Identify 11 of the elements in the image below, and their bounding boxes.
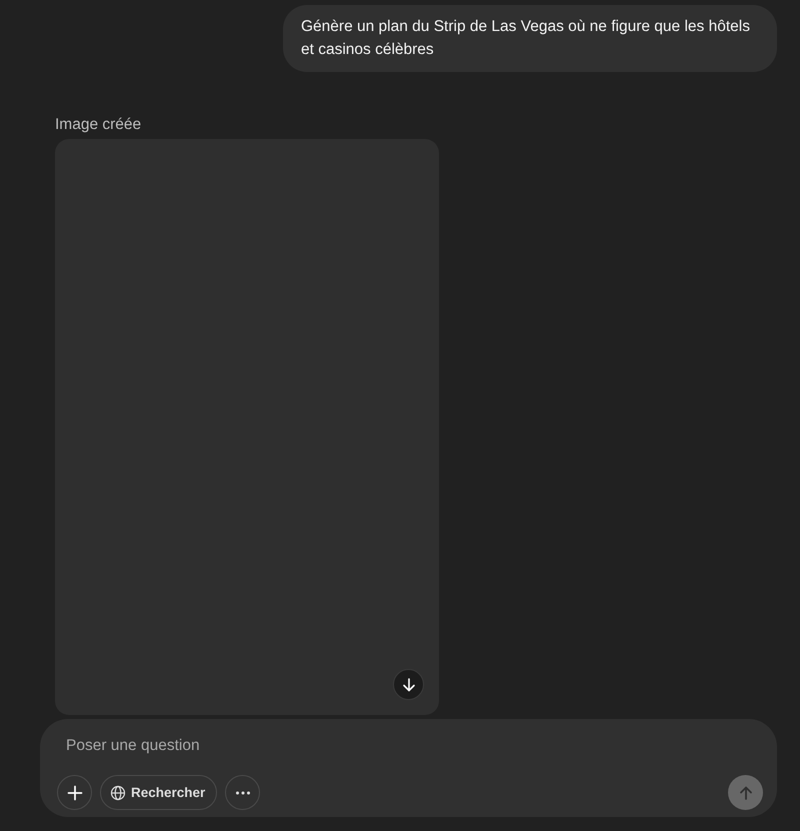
download-button[interactable]	[393, 669, 424, 700]
search-button[interactable]: Rechercher	[100, 775, 218, 810]
question-field[interactable]: Poser une question	[57, 733, 763, 757]
globe-icon	[110, 784, 126, 800]
more-icon	[234, 790, 251, 794]
user-message: Génère un plan du Strip de Las Vegas où ne figure que les hôtels et casinos célèbres	[283, 5, 777, 72]
status-text: Image créée	[55, 115, 142, 135]
download-icon	[400, 676, 416, 692]
plus-icon	[66, 784, 82, 800]
arrow-up-icon	[738, 784, 754, 800]
add-button[interactable]	[57, 775, 92, 810]
